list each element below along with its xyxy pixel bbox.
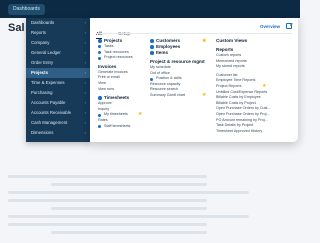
heading-label: Timesheets <box>104 95 130 101</box>
heading-label: Customers <box>156 38 180 43</box>
nav-item-company[interactable]: Company › <box>26 38 90 48</box>
link-label: Project resources <box>104 55 133 60</box>
bullet-icon <box>98 56 101 60</box>
star-icon[interactable]: ★ <box>262 83 266 89</box>
nav-item-label: Accounts Receivable <box>31 110 72 115</box>
nav-item-reports[interactable]: Reports › <box>26 28 90 38</box>
divider <box>96 33 292 34</box>
nav-item-time-expenses[interactable]: Time & Expenses › <box>26 78 90 88</box>
nav-item-label: General Ledger <box>31 50 61 55</box>
nav-item-order-entry[interactable]: Order Entry › <box>26 58 90 68</box>
nav-item-accounts-receivable[interactable]: Accounts Receivable › <box>26 108 90 118</box>
nav-item-label: Time & Expenses <box>31 80 65 85</box>
timesheets-icon <box>98 96 102 100</box>
link-label: Task resources <box>104 49 129 54</box>
bg-row <box>8 223 207 226</box>
star-icon[interactable]: ★ <box>202 92 206 98</box>
chevron-right-icon: › <box>84 70 86 75</box>
chevron-right-icon: › <box>84 20 86 25</box>
top-bar: Dashboards <box>0 0 300 18</box>
star-icon[interactable]: ★ <box>138 112 142 117</box>
app-window: Dashboards Sal Dashboards › Reports › Comp… <box>0 0 300 243</box>
main-nav: Dashboards › Reports › Company › General Le… <box>26 18 90 142</box>
bg-row <box>50 207 207 210</box>
bullet-icon <box>150 77 153 81</box>
chevron-right-icon: › <box>84 50 86 55</box>
nav-item-label: Accounts Payable <box>31 100 66 105</box>
nav-item-label: Dimensions <box>31 130 54 135</box>
employees-icon <box>150 45 154 49</box>
bg-row <box>8 191 250 194</box>
menu-link-my-stored-reports[interactable]: My stored reports <box>216 64 294 70</box>
bullet-icon <box>98 50 101 54</box>
link-label: Summary Gantt chart <box>150 92 186 97</box>
chevron-right-icon: › <box>84 40 86 45</box>
chevron-right-icon: › <box>84 80 86 85</box>
link-label: Position & skills <box>156 76 182 81</box>
menu-column-1: Projects Tasks Task resources Project re… <box>98 38 142 129</box>
nav-item-label: Order Entry <box>31 60 54 65</box>
external-link-icon[interactable] <box>286 23 292 29</box>
nav-item-label: Company <box>31 40 50 45</box>
nav-item-label: Projects <box>31 70 48 75</box>
link-label: Staff timesheets <box>104 123 131 128</box>
heading-label: Items <box>156 50 169 55</box>
chevron-right-icon: › <box>84 110 86 115</box>
menu-link-project-resources[interactable]: Project resources <box>98 55 142 61</box>
section-heading-items[interactable]: Items <box>150 50 208 56</box>
projects-icon <box>98 39 102 43</box>
page-title: Sal <box>8 22 25 34</box>
nav-item-accounts-payable[interactable]: Accounts Payable › <box>26 98 90 108</box>
bg-row <box>8 199 207 202</box>
chevron-right-icon: › <box>84 100 86 105</box>
chevron-right-icon: › <box>84 30 86 35</box>
bullet-icon <box>98 45 101 49</box>
link-label: Tasks <box>104 44 114 48</box>
nav-item-purchasing[interactable]: Purchasing › <box>26 88 90 98</box>
overview-link[interactable]: Overview <box>260 24 280 29</box>
nav-item-label: Purchasing <box>31 90 53 95</box>
nav-item-projects[interactable]: Projects › <box>26 68 90 78</box>
bg-row <box>50 183 207 186</box>
bg-row <box>8 215 250 218</box>
nav-item-cash-management[interactable]: Cash Management › <box>26 118 90 128</box>
items-icon <box>150 51 154 55</box>
menu-link-staff-timesheets[interactable]: Staff timesheets <box>98 124 142 130</box>
heading-label: Projects <box>104 38 123 43</box>
bullet-icon <box>98 124 101 128</box>
chevron-right-icon: › <box>84 90 86 95</box>
menu-tabs: All Setup <box>96 22 142 39</box>
menu-column-3: Custom Views Reports Custom reports Memo… <box>216 38 294 134</box>
projects-mega-menu: All Setup Overview Projects Tasks Task r… <box>90 18 298 142</box>
bg-row <box>8 175 207 178</box>
heading-label: Employees <box>156 44 181 49</box>
menu-link-summary-gantt-chart[interactable]: Summary Gantt chart ★ <box>150 92 208 99</box>
bg-row <box>50 231 207 234</box>
nav-item-label: Cash Management <box>31 120 68 125</box>
nav-item-general-ledger[interactable]: General Ledger › <box>26 48 90 58</box>
chevron-right-icon: › <box>84 130 86 135</box>
menu-link-timesheet-approved-history[interactable]: Timesheet Approved History <box>216 129 294 135</box>
customers-icon <box>150 39 154 43</box>
menu-column-2: Customers ★ Employees Items Project & res… <box>150 38 208 99</box>
chevron-right-icon: › <box>84 120 86 125</box>
bullet-icon <box>98 113 101 117</box>
nav-item-label: Reports <box>31 30 47 35</box>
section-heading-custom-views[interactable]: Custom Views <box>216 38 294 44</box>
link-label: My timesheets <box>104 112 128 117</box>
chevron-right-icon: › <box>84 60 86 65</box>
menu-link-view-runs[interactable]: View runs <box>98 87 142 93</box>
breadcrumb-dashboards[interactable]: Dashboards <box>8 4 45 15</box>
nav-item-dashboards[interactable]: Dashboards › <box>26 18 90 28</box>
background-content <box>8 170 292 239</box>
star-icon[interactable]: ★ <box>202 38 206 44</box>
nav-item-dimensions[interactable]: Dimensions › <box>26 128 90 138</box>
nav-item-label: Dashboards <box>31 20 55 25</box>
link-label: Project Reports <box>216 83 242 88</box>
